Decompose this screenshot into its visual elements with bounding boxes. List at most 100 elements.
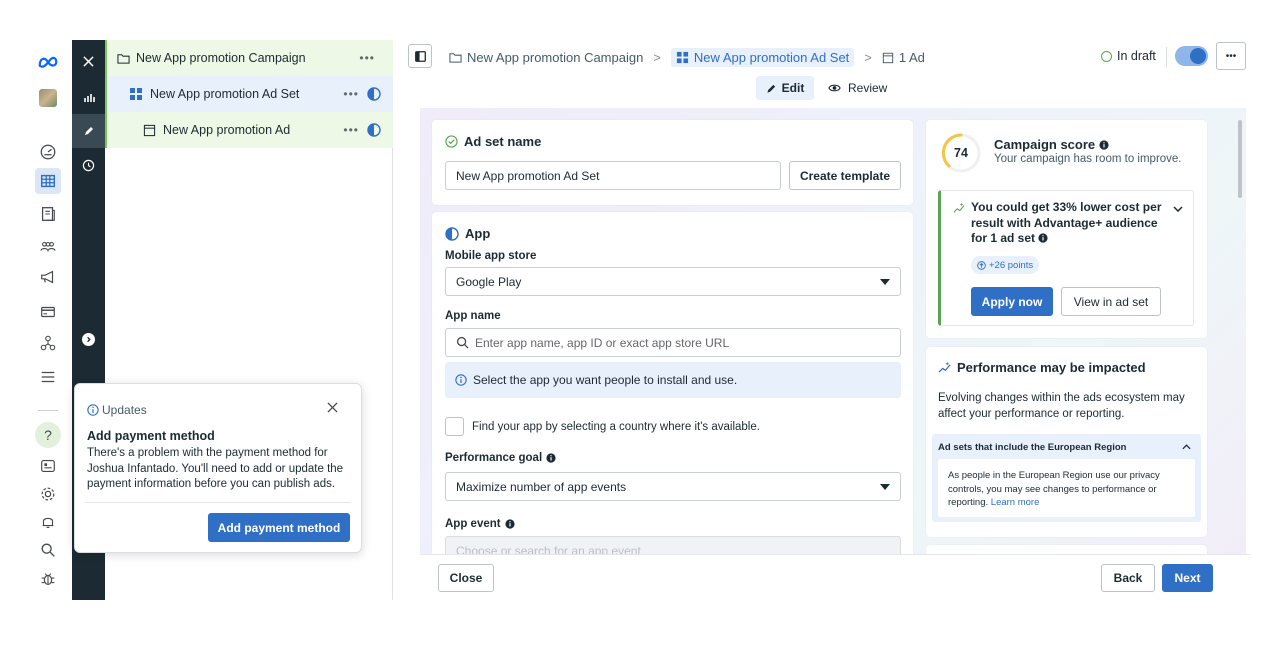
campaign-score-card: 74 Campaign score Your campaign has room… bbox=[926, 120, 1207, 338]
breadcrumb-ad[interactable]: 1 Ad bbox=[899, 50, 925, 65]
score-info-icon[interactable] bbox=[1099, 139, 1109, 150]
adset-name-header: Ad set name bbox=[445, 134, 541, 149]
breadcrumb: New App promotion Campaign > New App pro… bbox=[449, 48, 925, 67]
breadcrumb-campaign[interactable]: New App promotion Campaign bbox=[467, 50, 643, 65]
perf-goal-info-icon[interactable] bbox=[546, 453, 556, 463]
app-event-select[interactable]: Choose or search for an app event bbox=[445, 536, 901, 554]
search-icon[interactable] bbox=[36, 538, 60, 562]
store-caret-icon bbox=[880, 279, 890, 285]
top-bar: New App promotion Campaign > New App pro… bbox=[404, 40, 1250, 74]
folder-icon bbox=[117, 53, 130, 64]
mobile-app-store-select[interactable]: Google Play bbox=[445, 267, 901, 296]
tip-info-icon[interactable] bbox=[1038, 233, 1048, 243]
notifications-list-icon[interactable] bbox=[36, 454, 60, 478]
app-event-label: App event bbox=[445, 518, 501, 530]
performance-chart-icon[interactable] bbox=[72, 80, 105, 114]
app-header: App bbox=[445, 226, 490, 241]
pages-icon[interactable] bbox=[36, 202, 60, 226]
adset-more-icon[interactable]: ••• bbox=[343, 87, 359, 101]
more-options-button[interactable]: ••• bbox=[1216, 42, 1246, 70]
popup-body: There's a problem with the payment metho… bbox=[87, 447, 344, 490]
campaigns-table-icon[interactable] bbox=[35, 168, 61, 194]
updates-popup: Updates Add payment method There's a pro… bbox=[74, 383, 362, 553]
breadcrumb-sep-2: > bbox=[864, 50, 872, 65]
publish-toggle[interactable] bbox=[1175, 46, 1208, 66]
status-divider bbox=[1166, 47, 1167, 67]
next-button[interactable]: Next bbox=[1162, 564, 1213, 592]
back-button[interactable]: Back bbox=[1101, 564, 1155, 592]
app-card: App Mobile app store Google Play App nam… bbox=[432, 212, 913, 554]
perf-goal-label-row: Performance goal bbox=[445, 452, 556, 464]
ad-status-half-icon bbox=[367, 123, 381, 137]
breadcrumb-adset-icon bbox=[676, 51, 688, 64]
rail-divider bbox=[38, 410, 58, 411]
audiences-icon[interactable] bbox=[36, 235, 60, 259]
popup-divider bbox=[85, 502, 351, 503]
info-circle-icon bbox=[87, 404, 99, 416]
campaign-more-icon[interactable]: ••• bbox=[359, 51, 375, 65]
create-template-button[interactable]: Create template bbox=[789, 161, 901, 190]
sidebar-panel-icon bbox=[414, 50, 426, 62]
help-icon[interactable]: ? bbox=[35, 422, 61, 448]
adset-name-card: Ad set name New App promotion Ad Set Cre… bbox=[432, 120, 913, 205]
meta-logo-icon[interactable] bbox=[36, 50, 60, 74]
ad-more-icon[interactable]: ••• bbox=[343, 123, 359, 137]
history-clock-icon[interactable] bbox=[72, 148, 105, 182]
tree-item-campaign[interactable]: New App promotion Campaign ••• bbox=[105, 40, 393, 76]
next-card-peek bbox=[926, 545, 1207, 554]
megaphone-icon[interactable] bbox=[36, 265, 60, 289]
close-button[interactable]: Close bbox=[438, 564, 494, 592]
perf-goal-caret-icon bbox=[880, 484, 890, 490]
adset-status-half-icon bbox=[367, 87, 381, 101]
eu-region-box: Ad sets that include the European Region… bbox=[932, 434, 1201, 522]
learn-more-link[interactable]: Learn more bbox=[991, 497, 1040, 508]
perf-goal-select[interactable]: Maximize number of app events bbox=[445, 472, 901, 501]
billing-card-icon[interactable] bbox=[36, 300, 60, 324]
sparkle-trend-icon bbox=[953, 202, 965, 213]
add-payment-method-button[interactable]: Add payment method bbox=[208, 513, 350, 542]
adset-grid-icon bbox=[130, 88, 142, 100]
close-tree-icon[interactable] bbox=[72, 44, 105, 78]
country-checkbox[interactable] bbox=[445, 417, 464, 436]
points-up-icon bbox=[977, 260, 986, 270]
breadcrumb-adset-label: New App promotion Ad Set bbox=[693, 50, 850, 65]
popup-header: Updates bbox=[87, 403, 147, 417]
review-mode-label: Review bbox=[848, 81, 888, 95]
tree-item-adset[interactable]: New App promotion Ad Set ••• bbox=[105, 76, 393, 112]
eye-icon bbox=[828, 84, 841, 92]
main-scrollbar-thumb[interactable] bbox=[1238, 120, 1242, 198]
eu-chevron-up-icon[interactable] bbox=[1182, 444, 1191, 450]
edit-pencil-icon[interactable] bbox=[72, 114, 105, 148]
points-label: +26 points bbox=[989, 259, 1034, 271]
apply-now-button[interactable]: Apply now bbox=[971, 287, 1053, 316]
app-event-info-icon[interactable] bbox=[505, 519, 515, 529]
bell-icon[interactable] bbox=[36, 510, 60, 534]
performance-card: Performance may be impacted Evolving cha… bbox=[926, 347, 1207, 537]
performance-title: Performance may be impacted bbox=[957, 360, 1146, 375]
draft-status-label: In draft bbox=[1117, 49, 1156, 63]
dashboard-icon[interactable] bbox=[36, 140, 60, 164]
popup-close-icon[interactable] bbox=[327, 402, 338, 413]
performance-trend-icon bbox=[938, 361, 951, 373]
points-badge: +26 points bbox=[971, 256, 1040, 274]
business-network-icon[interactable] bbox=[36, 331, 60, 355]
score-gauge: 74 bbox=[940, 132, 982, 174]
adset-name-input[interactable]: New App promotion Ad Set bbox=[445, 161, 781, 190]
view-in-adset-button[interactable]: View in ad set bbox=[1061, 287, 1161, 316]
app-name-placeholder: Enter app name, app ID or exact app stor… bbox=[475, 335, 730, 350]
expand-panel-icon[interactable] bbox=[72, 322, 105, 356]
country-checkbox-row: Find your app by selecting a country whe… bbox=[445, 417, 760, 436]
app-name-search-input[interactable]: Enter app name, app ID or exact app stor… bbox=[445, 328, 901, 357]
bug-report-icon[interactable] bbox=[36, 567, 60, 591]
settings-gear-icon[interactable] bbox=[36, 482, 60, 506]
account-avatar[interactable] bbox=[36, 86, 60, 110]
store-label: Mobile app store bbox=[445, 250, 537, 262]
tree-item-ad[interactable]: New App promotion Ad ••• bbox=[105, 112, 393, 148]
breadcrumb-adset[interactable]: New App promotion Ad Set bbox=[670, 48, 855, 67]
toggle-sidebar-button[interactable] bbox=[408, 44, 432, 68]
tip-chevron-down-icon[interactable] bbox=[1173, 206, 1183, 212]
edit-mode-tab[interactable]: Edit bbox=[756, 76, 814, 100]
tree-adset-label: New App promotion Ad Set bbox=[150, 87, 300, 101]
review-mode-tab[interactable]: Review bbox=[828, 76, 887, 100]
menu-hamburger-icon[interactable] bbox=[36, 365, 60, 389]
